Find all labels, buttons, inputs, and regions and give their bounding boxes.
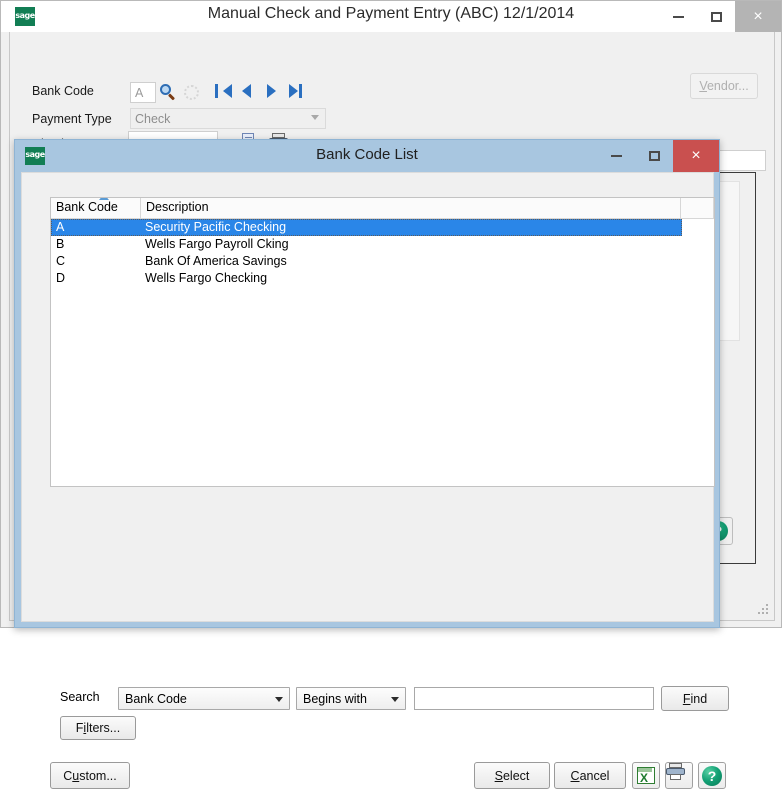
search-input[interactable] <box>414 687 654 710</box>
first-record-icon[interactable] <box>223 84 232 98</box>
print-button[interactable] <box>665 762 693 789</box>
cell-bank-code: D <box>56 271 66 285</box>
payment-type-value: Check <box>135 112 171 126</box>
chevron-down-icon <box>311 115 319 120</box>
last-record-bar-icon <box>299 84 302 98</box>
custom-button-label: Custom... <box>63 768 117 783</box>
excel-x-glyph: X <box>640 771 649 785</box>
table-row[interactable]: A Security Pacific Checking <box>51 219 682 236</box>
search-label: Search <box>60 690 100 704</box>
cell-description: Bank Of America Savings <box>145 254 287 268</box>
dialog-minimize-button[interactable] <box>597 140 635 172</box>
previous-record-icon[interactable] <box>242 84 251 98</box>
resize-grip[interactable] <box>756 602 768 614</box>
export-to-excel-button[interactable]: X <box>632 762 660 789</box>
search-field-select[interactable]: Bank Code <box>118 687 290 710</box>
printer-icon <box>666 763 689 784</box>
magnifier-handle <box>167 93 176 101</box>
select-button-label: Select <box>494 768 530 783</box>
cell-description: Wells Fargo Payroll Cking <box>145 237 289 251</box>
minimize-icon <box>672 15 684 18</box>
dialog-maximize-button[interactable] <box>635 140 673 172</box>
minimize-icon <box>610 155 622 157</box>
table-row[interactable]: D Wells Fargo Checking <box>51 270 714 287</box>
vendor-button-label: Vendor... <box>699 79 749 93</box>
column-header-bank-code[interactable]: Bank Code <box>51 198 141 218</box>
vendor-button[interactable]: Vendor... <box>690 73 758 99</box>
last-record-icon[interactable] <box>289 84 298 98</box>
main-close-button[interactable]: × <box>735 1 781 32</box>
search-operator-select[interactable]: Begins with <box>296 687 406 710</box>
table-row[interactable]: C Bank Of America Savings <box>51 253 714 270</box>
excel-header-shape <box>638 768 652 772</box>
search-operator-value: Begins with <box>303 692 367 706</box>
bank-code-label: Bank Code <box>32 84 94 98</box>
find-button[interactable]: Find <box>661 686 729 711</box>
dialog-close-button[interactable]: × <box>673 140 719 172</box>
help-icon: ? <box>702 765 722 786</box>
dialog-help-button[interactable]: ? <box>698 762 726 789</box>
column-header-description-label: Description <box>146 200 209 214</box>
main-window-controls: × <box>659 1 781 32</box>
cell-description: Wells Fargo Checking <box>145 271 268 285</box>
cell-bank-code: C <box>56 254 66 268</box>
main-titlebar: sage Manual Check and Payment Entry (ABC… <box>1 1 781 32</box>
excel-icon: X <box>637 767 655 784</box>
payment-type-select[interactable]: Check <box>130 108 326 129</box>
first-record-bar-icon <box>215 84 218 98</box>
maximize-icon <box>648 151 660 161</box>
maximize-icon <box>710 11 722 22</box>
payment-type-label: Payment Type <box>32 112 112 126</box>
column-header-description[interactable]: Description <box>141 198 681 218</box>
cancel-button-label: Cancel <box>570 768 610 783</box>
chevron-down-icon <box>275 697 283 702</box>
column-header-blank[interactable] <box>681 198 714 218</box>
filters-button[interactable]: Filters... <box>60 716 136 740</box>
next-record-icon[interactable] <box>267 84 276 98</box>
grid-header-row: Bank Code Description <box>51 198 714 219</box>
refresh-icon <box>184 85 199 100</box>
main-maximize-button[interactable] <box>697 1 735 32</box>
sort-ascending-icon <box>99 198 109 200</box>
dialog-body: Bank Code Description A Security Pacific… <box>21 172 729 789</box>
cell-bank-code: A <box>56 220 65 234</box>
cell-description: Security Pacific Checking <box>145 220 287 234</box>
bank-code-lookup-icon[interactable] <box>160 84 176 101</box>
find-button-label: Find <box>682 691 708 706</box>
dialog-titlebar: sage Bank Code List × <box>15 140 719 172</box>
table-row[interactable]: B Wells Fargo Payroll Cking <box>51 236 714 253</box>
bank-code-list-dialog: sage Bank Code List × Bank Code Descript… <box>14 139 729 789</box>
printer-paper <box>670 774 681 780</box>
select-button[interactable]: Select <box>474 762 550 789</box>
cancel-button[interactable]: Cancel <box>554 762 626 789</box>
search-field-value: Bank Code <box>125 692 187 706</box>
column-header-bank-code-label: Bank Code <box>56 200 118 214</box>
filters-button-label: Filters... <box>75 721 121 735</box>
custom-button[interactable]: Custom... <box>50 762 130 789</box>
bank-code-input[interactable]: A <box>130 82 156 103</box>
cell-bank-code: B <box>56 237 65 251</box>
dialog-window-controls: × <box>597 140 719 172</box>
bank-code-grid[interactable]: Bank Code Description A Security Pacific… <box>50 197 715 487</box>
main-minimize-button[interactable] <box>659 1 697 32</box>
chevron-down-icon <box>391 697 399 702</box>
